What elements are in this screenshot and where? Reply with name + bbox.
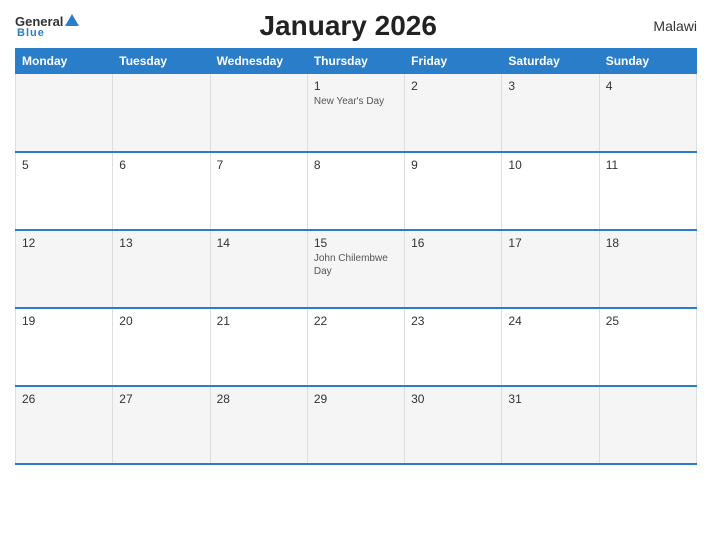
table-row: 8: [307, 152, 404, 230]
day-number: 18: [606, 236, 690, 250]
calendar-header: General Blue January 2026 Malawi: [15, 10, 697, 42]
table-row: 23: [405, 308, 502, 386]
table-row: 22: [307, 308, 404, 386]
table-row: 17: [502, 230, 599, 308]
calendar-table: Monday Tuesday Wednesday Thursday Friday…: [15, 48, 697, 465]
header-sunday: Sunday: [599, 49, 696, 74]
day-number: 13: [119, 236, 203, 250]
day-number: 9: [411, 158, 495, 172]
table-row: 15 John Chilembwe Day: [307, 230, 404, 308]
table-row: 9: [405, 152, 502, 230]
table-row: 11: [599, 152, 696, 230]
day-number: 10: [508, 158, 592, 172]
header-tuesday: Tuesday: [113, 49, 210, 74]
table-row: 20: [113, 308, 210, 386]
day-number: 30: [411, 392, 495, 406]
day-number: 8: [314, 158, 398, 172]
table-row: 24: [502, 308, 599, 386]
table-row: 25: [599, 308, 696, 386]
table-row: 13: [113, 230, 210, 308]
table-row: 1 New Year's Day: [307, 74, 404, 152]
calendar-title: January 2026: [79, 10, 617, 42]
calendar-week-row: 56789 10 11: [16, 152, 697, 230]
table-row: 29: [307, 386, 404, 464]
day-number: 5: [22, 158, 106, 172]
country-label: Malawi: [617, 18, 697, 34]
table-row: 2: [405, 74, 502, 152]
table-row: 12: [16, 230, 113, 308]
table-row: 18: [599, 230, 696, 308]
day-number: 12: [22, 236, 106, 250]
day-header-row: Monday Tuesday Wednesday Thursday Friday…: [16, 49, 697, 74]
day-number: 7: [217, 158, 301, 172]
calendar-page: General Blue January 2026 Malawi Monday …: [0, 0, 712, 550]
table-row: 31: [502, 386, 599, 464]
header-wednesday: Wednesday: [210, 49, 307, 74]
day-number: 19: [22, 314, 106, 328]
table-row: 10: [502, 152, 599, 230]
calendar-week-row: 26 27 28 29 30 31: [16, 386, 697, 464]
calendar-week-row: 19 20 21 22 23 24 25: [16, 308, 697, 386]
logo: General Blue: [15, 14, 79, 39]
day-number: 21: [217, 314, 301, 328]
holiday-label: John Chilembwe Day: [314, 252, 398, 278]
calendar-week-row: 12 13 14 15 John Chilembwe Day 16 17 18: [16, 230, 697, 308]
table-row: 28: [210, 386, 307, 464]
day-number: 3: [508, 79, 592, 93]
holiday-label: New Year's Day: [314, 95, 398, 108]
day-number: 20: [119, 314, 203, 328]
day-number: 17: [508, 236, 592, 250]
header-saturday: Saturday: [502, 49, 599, 74]
day-number: 25: [606, 314, 690, 328]
table-row: 7: [210, 152, 307, 230]
day-number: 28: [217, 392, 301, 406]
table-row: 14: [210, 230, 307, 308]
day-number: 1: [314, 79, 398, 93]
day-number: 26: [22, 392, 106, 406]
day-number: 2: [411, 79, 495, 93]
day-number: 15: [314, 236, 398, 250]
header-monday: Monday: [16, 49, 113, 74]
table-row: 3: [502, 74, 599, 152]
day-number: 16: [411, 236, 495, 250]
table-row: [16, 74, 113, 152]
table-row: [210, 74, 307, 152]
table-row: 19: [16, 308, 113, 386]
table-row: 4: [599, 74, 696, 152]
table-row: 27: [113, 386, 210, 464]
day-number: 31: [508, 392, 592, 406]
table-row: 6: [113, 152, 210, 230]
table-row: 16: [405, 230, 502, 308]
header-thursday: Thursday: [307, 49, 404, 74]
day-number: 27: [119, 392, 203, 406]
day-number: 6: [119, 158, 203, 172]
table-row: 5: [16, 152, 113, 230]
calendar-week-row: 1 New Year's Day 234: [16, 74, 697, 152]
logo-blue-text: Blue: [17, 27, 45, 39]
table-row: 30: [405, 386, 502, 464]
logo-triangle-icon: [65, 14, 79, 26]
day-number: 24: [508, 314, 592, 328]
table-row: [599, 386, 696, 464]
day-number: 4: [606, 79, 690, 93]
table-row: [113, 74, 210, 152]
day-number: 11: [606, 158, 690, 172]
header-friday: Friday: [405, 49, 502, 74]
table-row: 21: [210, 308, 307, 386]
day-number: 29: [314, 392, 398, 406]
day-number: 22: [314, 314, 398, 328]
day-number: 14: [217, 236, 301, 250]
table-row: 26: [16, 386, 113, 464]
day-number: 23: [411, 314, 495, 328]
